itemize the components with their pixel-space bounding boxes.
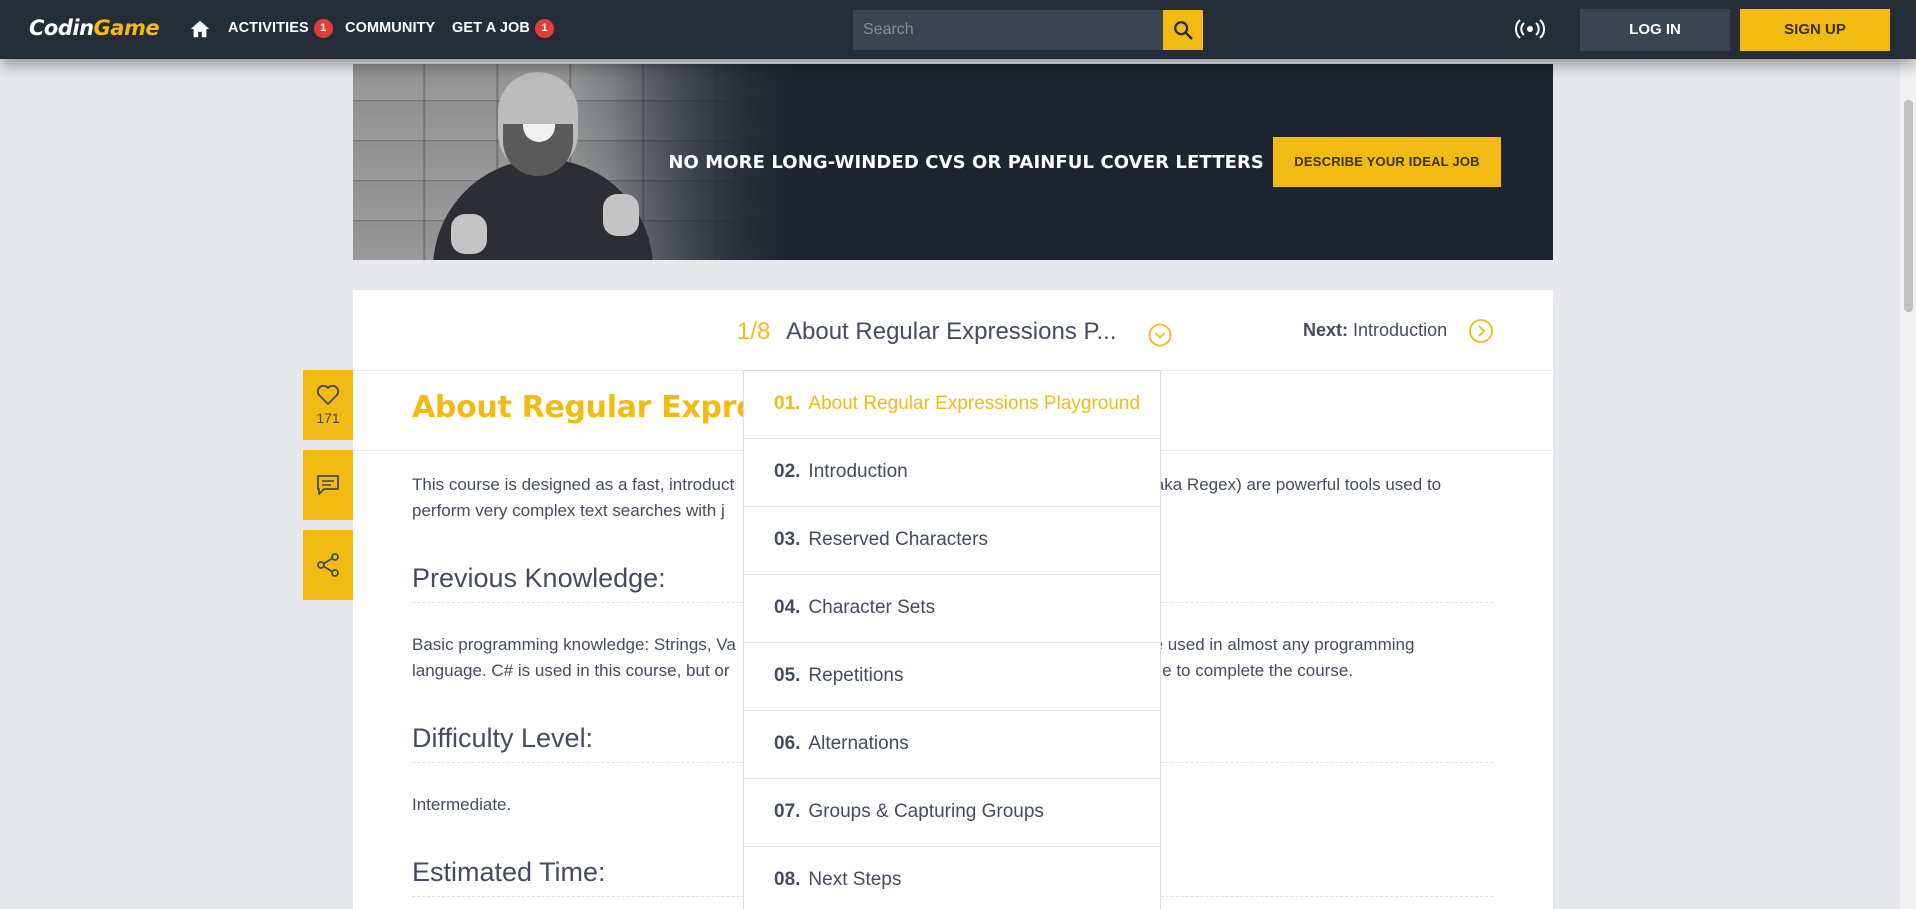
chevron-down-icon[interactable] [1148, 323, 1172, 347]
step-item-4[interactable]: 04. Character Sets [744, 575, 1160, 643]
describe-ideal-job-button[interactable]: DESCRIBE YOUR IDEAL JOB [1273, 137, 1501, 187]
course-steps-dropdown: 01. About Regular Expressions Playground … [743, 370, 1161, 909]
like-button[interactable]: 171 [303, 370, 353, 440]
step-item-7[interactable]: 07. Groups & Capturing Groups [744, 779, 1160, 847]
codingame-logo[interactable]: CodinGame [29, 16, 160, 44]
heart-icon [316, 384, 340, 405]
share-button[interactable] [303, 530, 353, 600]
nav-activities[interactable]: ACTIVITIES 1 [228, 19, 333, 40]
comments-button[interactable] [303, 450, 353, 520]
chevron-right-icon[interactable] [1468, 318, 1494, 344]
comment-icon [317, 475, 339, 495]
step-item-2[interactable]: 02. Introduction [744, 439, 1160, 507]
login-button[interactable]: LOG IN [1580, 9, 1730, 51]
step-title-selector[interactable]: About Regular Expressions P... [786, 318, 1116, 346]
step-item-8[interactable]: 08. Next Steps [744, 847, 1160, 909]
page-scrollbar[interactable] [1900, 59, 1916, 909]
activities-badge: 1 [313, 19, 333, 38]
step-item-1[interactable]: 01. About Regular Expressions Playground [744, 371, 1160, 439]
live-broadcast-icon[interactable] [1514, 18, 1546, 40]
search-button[interactable] [1163, 10, 1203, 50]
next-step-link[interactable]: Next: Introduction [1303, 320, 1447, 341]
step-item-3[interactable]: 03. Reserved Characters [744, 507, 1160, 575]
step-item-6[interactable]: 06. Alternations [744, 711, 1160, 779]
top-navbar: CodinGame ACTIVITIES 1 COMMUNITY GET A JO… [0, 0, 1916, 59]
home-icon[interactable] [189, 18, 211, 40]
nav-get-a-job[interactable]: GET A JOB 1 [452, 19, 554, 40]
signup-button[interactable]: SIGN UP [1740, 9, 1890, 51]
course-step-header: 1/8 About Regular Expressions P... Next:… [353, 290, 1553, 371]
job-ad-banner: NO MORE LONG-WINDED CVS OR PAINFUL COVER… [353, 64, 1553, 260]
search-icon [1174, 21, 1193, 40]
like-count: 171 [316, 410, 340, 426]
scrollbar-thumb[interactable] [1904, 100, 1913, 312]
nav-community[interactable]: COMMUNITY [345, 20, 435, 40]
search-input[interactable] [853, 10, 1163, 50]
banner-headline: NO MORE LONG-WINDED CVS OR PAINFUL COVER… [668, 152, 1264, 173]
step-counter: 1/8 [737, 318, 771, 345]
step-item-5[interactable]: 05. Repetitions [744, 643, 1160, 711]
jobs-badge: 1 [534, 19, 554, 38]
share-icon [317, 553, 339, 577]
